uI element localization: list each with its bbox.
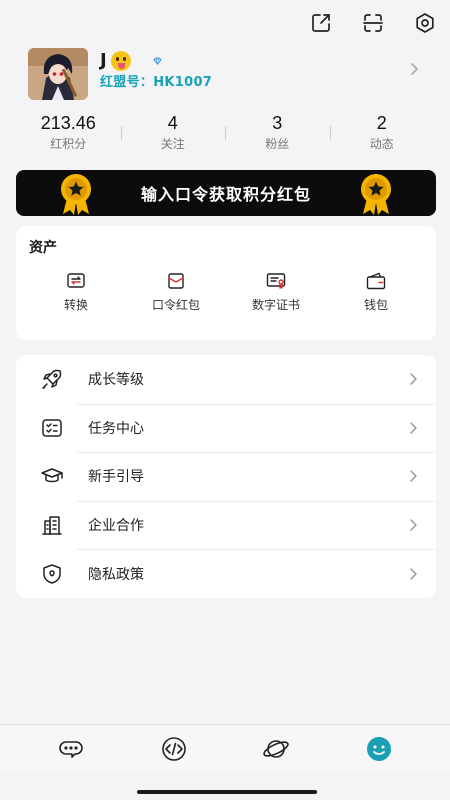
chevron-right-icon (411, 63, 418, 75)
rocket-icon (42, 370, 62, 390)
code-icon (161, 736, 186, 761)
red-envelope-icon (168, 273, 184, 289)
profile-header[interactable]: J 红盟号：HK1007 (0, 44, 450, 104)
stat-value: 3 (272, 113, 283, 133)
scan-icon (363, 14, 383, 32)
asset-wallet[interactable]: 钱包 (336, 272, 416, 313)
asset-items: 转换 口令红包 数字证书 钱包 (16, 272, 436, 313)
settings-icon (416, 13, 434, 33)
menu-item-task-center[interactable]: 任务中心 (16, 403, 436, 453)
wallet-icon (366, 272, 386, 290)
top-toolbar (306, 8, 440, 38)
share-icon (312, 14, 330, 32)
stat-label: 关注 (160, 137, 185, 151)
chevron-right-icon (410, 470, 417, 483)
asset-label: 钱包 (363, 298, 388, 312)
share-button[interactable] (306, 8, 336, 38)
profile-stats: 213.46 红积分 4 关注 3 粉丝 2 动态 (16, 112, 434, 154)
stat-following[interactable]: 4 关注 (120, 112, 226, 154)
asset-red-envelope[interactable]: 口令红包 (136, 272, 216, 313)
stat-value: 2 (376, 113, 387, 133)
user-id-value: HK1007 (153, 75, 213, 90)
stat-label: 粉丝 (265, 137, 290, 151)
stat-label: 红积分 (50, 137, 87, 151)
menu-label: 隐私政策 (88, 566, 144, 583)
tongue-face-emoji-icon (110, 50, 131, 71)
asset-label: 口令红包 (151, 298, 200, 312)
home-indicator (137, 790, 317, 794)
medal-icon (61, 174, 91, 215)
planet-icon (263, 739, 289, 758)
building-icon (42, 516, 62, 535)
menu-label: 新手引导 (88, 469, 144, 486)
chevron-right-icon (410, 373, 417, 386)
avatar[interactable] (28, 48, 88, 100)
menu-item-growth-level[interactable]: 成长等级 (16, 355, 436, 404)
checklist-icon (42, 419, 62, 437)
graduation-cap-icon (41, 468, 63, 483)
asset-certificate[interactable]: 数字证书 (236, 272, 316, 313)
user-id: 红盟号：HK1007 (100, 71, 212, 90)
settings-menu: 成长等级 任务中心 新手引导 企业合作 隐私政策 (16, 355, 436, 598)
exchange-icon (67, 273, 85, 288)
assets-title: 资产 (29, 240, 57, 256)
asset-exchange[interactable]: 转换 (36, 272, 116, 313)
shield-icon (43, 563, 61, 584)
banner-text: 输入口令获取积分红包 (140, 185, 311, 204)
profile-smile-icon (366, 736, 391, 761)
tab-chat[interactable] (56, 734, 86, 764)
menu-item-privacy-policy[interactable]: 隐私政策 (16, 549, 436, 598)
bottom-tab-bar (0, 724, 450, 772)
redeem-code-banner[interactable]: 输入口令获取积分红包 (16, 170, 436, 216)
user-id-label: 红盟号： (100, 75, 154, 90)
certificate-icon (266, 273, 286, 289)
menu-label: 任务中心 (88, 420, 144, 437)
stat-posts[interactable]: 2 动态 (329, 112, 435, 154)
settings-button[interactable] (410, 8, 440, 38)
assets-card: 资产 转换 口令红包 数字证书 钱包 (16, 226, 436, 340)
asset-label: 转换 (63, 298, 88, 312)
menu-item-enterprise-cooperation[interactable]: 企业合作 (16, 500, 436, 550)
chevron-right-icon (410, 422, 417, 434)
stat-value: 213.46 (40, 113, 96, 133)
stat-followers[interactable]: 3 粉丝 (225, 112, 330, 154)
stat-value: 4 (167, 113, 178, 133)
tab-code[interactable] (159, 734, 189, 764)
stat-label: 动态 (369, 137, 394, 151)
tab-planet[interactable] (261, 734, 291, 764)
medal-icon (361, 174, 391, 215)
username-text: J (100, 50, 107, 71)
menu-label: 成长等级 (88, 372, 144, 389)
chevron-right-icon (410, 519, 417, 531)
chevron-right-icon (410, 567, 417, 580)
menu-label: 企业合作 (88, 518, 144, 535)
menu-item-beginner-guide[interactable]: 新手引导 (16, 452, 436, 501)
scan-button[interactable] (358, 8, 388, 38)
tab-profile[interactable] (364, 734, 394, 764)
stat-points[interactable]: 213.46 红积分 (16, 112, 121, 154)
chat-icon (59, 740, 84, 758)
diamond-badge-icon (153, 56, 162, 65)
username: J (100, 50, 162, 71)
asset-label: 数字证书 (251, 298, 300, 312)
